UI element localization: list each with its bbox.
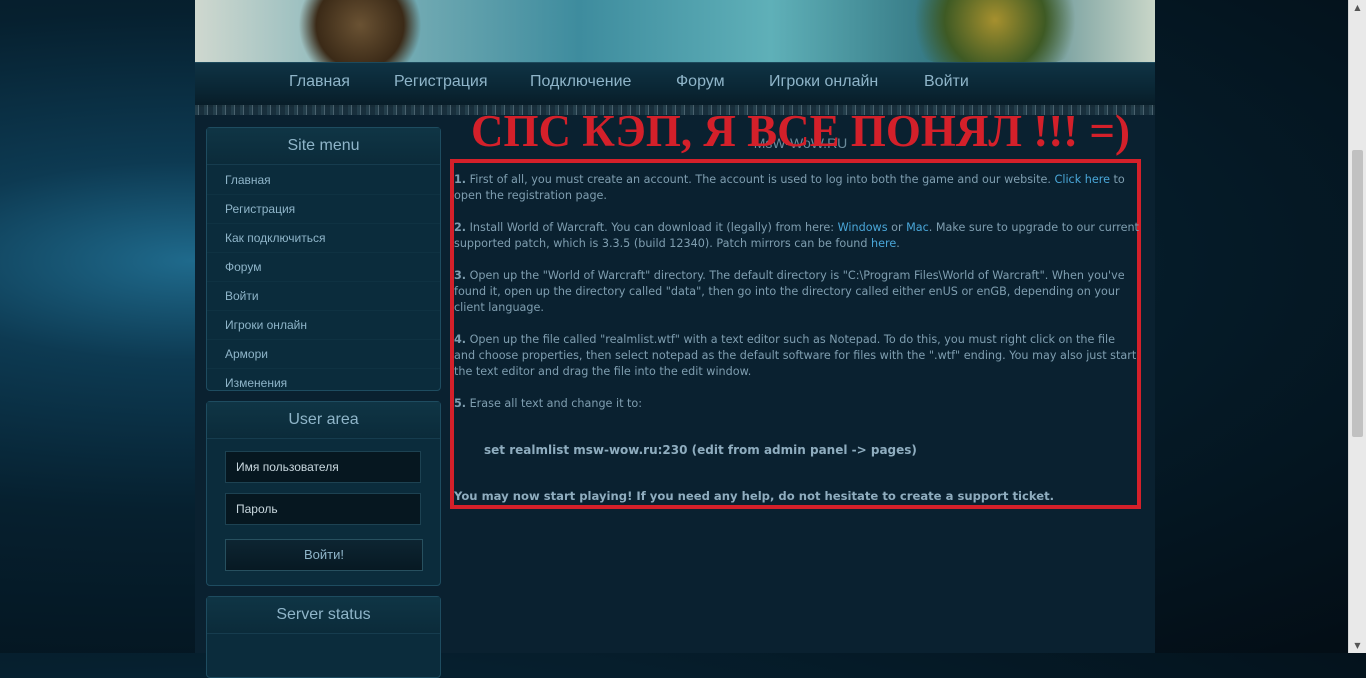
nav-connect[interactable]: Подключение (530, 73, 631, 91)
final-note: You may now start playing! If you need a… (454, 489, 1055, 503)
menu-item-armory[interactable]: Армори (207, 340, 440, 369)
site-menu-title: Site menu (207, 128, 440, 165)
page: Главная Регистрация Подключение Форум Иг… (195, 0, 1155, 678)
server-status-box: Server status (206, 596, 441, 678)
instructions: 1. First of all, you must create an acco… (454, 172, 1139, 504)
scroll-thumb[interactable] (1352, 150, 1363, 437)
menu-item-how-to-connect[interactable]: Как подключиться (207, 224, 440, 253)
top-navigation: Главная Регистрация Подключение Форум Иг… (195, 62, 1155, 115)
nav-home[interactable]: Главная (289, 73, 350, 91)
user-area-title: User area (207, 402, 440, 439)
menu-item-home[interactable]: Главная (207, 166, 440, 195)
username-input[interactable]: Имя пользователя (225, 451, 421, 483)
banner-art-left (285, 0, 435, 62)
menu-item-players-online[interactable]: Игроки онлайн (207, 311, 440, 340)
nav-forum[interactable]: Форум (676, 73, 725, 91)
header-banner (195, 0, 1155, 62)
mac-link[interactable]: Mac (906, 221, 929, 234)
patch-mirrors-link[interactable]: here (871, 237, 896, 250)
server-status-title: Server status (207, 597, 440, 634)
overlay-headline: СПС КЭП, Я ВСЕ ПОНЯЛ !!! =) (470, 106, 1131, 156)
password-input[interactable]: Пароль (225, 493, 421, 525)
menu-item-forum[interactable]: Форум (207, 253, 440, 282)
banner-art-right (895, 0, 1095, 62)
step-1: 1. First of all, you must create an acco… (454, 173, 1125, 202)
scroll-down-arrow[interactable]: ▼ (1349, 638, 1366, 653)
login-button[interactable]: Войти! (225, 539, 423, 571)
nav-players-online[interactable]: Игроки онлайн (769, 73, 878, 91)
menu-item-registration[interactable]: Регистрация (207, 195, 440, 224)
menu-item-login[interactable]: Войти (207, 282, 440, 311)
user-area-box: User area Имя пользователя Пароль Войти! (206, 401, 441, 586)
site-menu-box: Site menu Главная Регистрация Как подклю… (206, 127, 441, 391)
click-here-link[interactable]: Click here (1055, 173, 1110, 186)
nav-registration[interactable]: Регистрация (394, 73, 488, 91)
windows-link[interactable]: Windows (838, 221, 888, 234)
step-3: 3. Open up the "World of Warcraft" direc… (454, 269, 1125, 314)
menu-item-changes[interactable]: Изменения (207, 369, 440, 397)
step-4: 4. Open up the file called "realmlist.wt… (454, 333, 1137, 378)
realmlist-code: set realmlist msw-wow.ru:230 (edit from … (484, 443, 917, 457)
page-scrollbar[interactable]: ▲ ▼ (1348, 0, 1366, 653)
step-2: 2. Install World of Warcraft. You can do… (454, 221, 1139, 250)
step-5: 5. Erase all text and change it to: (454, 397, 643, 410)
nav-login[interactable]: Войти (924, 73, 969, 91)
scroll-up-arrow[interactable]: ▲ (1349, 0, 1366, 15)
